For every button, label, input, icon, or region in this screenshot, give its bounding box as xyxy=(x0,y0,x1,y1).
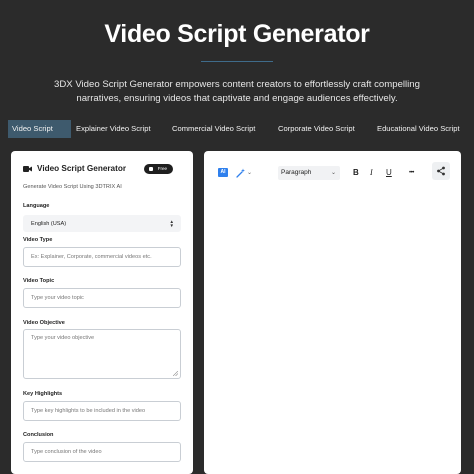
share-button[interactable] xyxy=(432,162,450,180)
language-select[interactable]: English (USA) ▲ ▼ xyxy=(23,215,181,232)
more-options-button[interactable]: ••• xyxy=(409,166,414,180)
form-title: Video Script Generator xyxy=(37,164,127,173)
tab-explainer-video-script[interactable]: Explainer Video Script xyxy=(76,120,151,138)
paragraph-format-select[interactable]: Paragraph ⌄ xyxy=(278,166,340,180)
tab-commercial-video-script[interactable]: Commercial Video Script xyxy=(172,120,255,138)
bold-button[interactable]: B xyxy=(353,166,359,180)
italic-button[interactable]: I xyxy=(370,166,373,180)
video-camera-icon xyxy=(23,166,32,172)
conclusion-input[interactable]: Type conclusion of the video xyxy=(23,442,181,462)
key-highlights-input[interactable]: Type key highlights to be included in th… xyxy=(23,401,181,421)
editor-toolbar: AI ⌄ Paragraph ⌄ B I U ••• xyxy=(218,162,450,180)
video-type-label: Video Type xyxy=(23,237,53,243)
video-type-input[interactable]: Ex: Explainer, Corporate, commercial vid… xyxy=(23,247,181,267)
tab-educational-video-script[interactable]: Educational Video Script xyxy=(377,120,460,138)
tab-video-script[interactable]: Video Script xyxy=(8,120,71,138)
video-topic-label: Video Topic xyxy=(23,278,55,284)
badge-label: Free xyxy=(157,166,167,171)
script-type-tabs: Video Script Explainer Video Script Comm… xyxy=(8,120,474,138)
magic-wand-icon[interactable] xyxy=(236,168,246,178)
page-title: Video Script Generator xyxy=(104,20,370,48)
description-line-2: narratives, ensuring videos that captiva… xyxy=(76,92,398,104)
form-subtitle: Generate Video Script Using 3DTRIX AI xyxy=(23,184,122,190)
chevron-down-icon: ⌄ xyxy=(330,170,336,176)
resize-handle-icon[interactable] xyxy=(173,371,178,376)
video-objective-label: Video Objective xyxy=(23,320,65,326)
editor-panel: AI ⌄ Paragraph ⌄ B I U ••• xyxy=(204,151,461,474)
video-topic-input[interactable]: Type your video topic xyxy=(23,288,181,308)
tab-corporate-video-script[interactable]: Corporate Video Script xyxy=(278,120,355,138)
badge-icon xyxy=(149,167,153,171)
description-line-1: 3DX Video Script Generator empowers cont… xyxy=(54,79,420,90)
title-divider xyxy=(201,61,273,62)
chevron-down-icon[interactable]: ⌄ xyxy=(247,166,252,180)
language-value: English (USA) xyxy=(31,221,67,227)
editor-content-area[interactable] xyxy=(214,191,451,466)
video-objective-placeholder: Type your video objective xyxy=(31,335,95,341)
form-header: Video Script Generator Free xyxy=(23,164,183,176)
conclusion-label: Conclusion xyxy=(23,432,54,438)
ai-icon[interactable]: AI xyxy=(218,168,228,177)
generator-form-panel: Video Script Generator Free Generate Vid… xyxy=(11,151,193,474)
select-arrows-icon: ▲ ▼ xyxy=(169,219,174,228)
share-icon xyxy=(437,166,445,176)
format-value: Paragraph xyxy=(281,169,312,176)
free-badge: Free xyxy=(144,164,173,174)
video-objective-textarea[interactable]: Type your video objective xyxy=(23,329,181,379)
language-label: Language xyxy=(23,203,50,209)
key-highlights-label: Key Highlights xyxy=(23,391,63,397)
page-description: 3DX Video Script Generator empowers cont… xyxy=(40,78,434,105)
underline-button[interactable]: U xyxy=(386,166,392,180)
